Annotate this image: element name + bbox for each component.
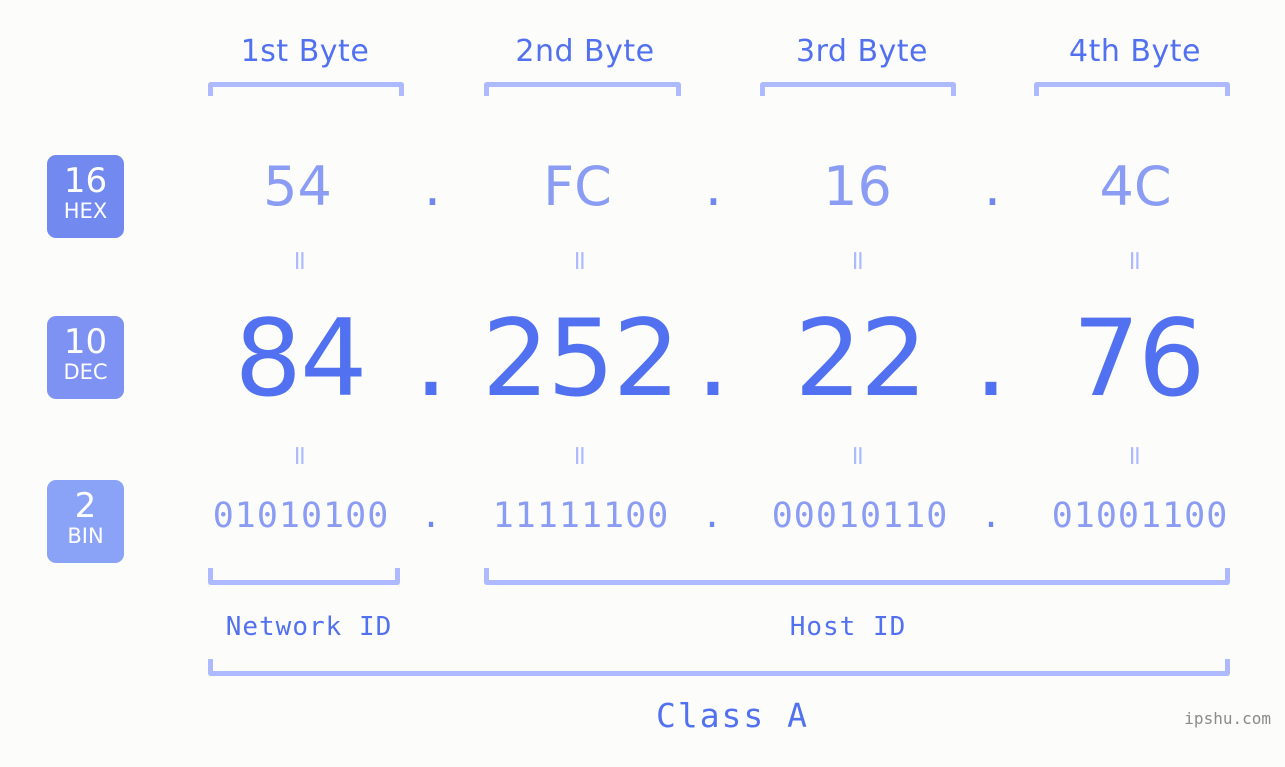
equals-sign-dec-bin-1: = (284, 444, 316, 467)
class-bracket (208, 659, 1230, 676)
dec-octet-4: 76 (1072, 297, 1206, 420)
byte-bracket-2 (484, 82, 681, 96)
dec-octet-1: 84 (234, 297, 368, 420)
byte-bracket-3 (760, 82, 956, 96)
dec-separator-1: . (414, 297, 448, 420)
bin-octet-2: 11111100 (492, 496, 670, 536)
hex-separator-1: . (423, 155, 442, 218)
equals-sign-hex-dec-4: = (1119, 249, 1151, 272)
equals-sign-hex-dec-3: = (842, 249, 874, 272)
ip-address-breakdown-diagram: 1st Byte 2nd Byte 3rd Byte 4th Byte 16 H… (0, 0, 1285, 767)
dec-octet-2: 252 (481, 297, 680, 420)
equals-sign-dec-bin-3: = (842, 444, 874, 467)
bin-octet-1: 01010100 (212, 496, 390, 536)
byte-header-4: 4th Byte (1069, 34, 1201, 69)
base-badge-dec-number: 10 (63, 322, 108, 362)
byte-bracket-1 (208, 82, 404, 96)
equals-sign-hex-dec-1: = (284, 249, 316, 272)
equals-sign-dec-bin-4: = (1119, 444, 1151, 467)
dec-separator-3: . (974, 297, 1008, 420)
bin-octet-4: 01001100 (1051, 496, 1229, 536)
base-badge-bin-system: BIN (67, 524, 104, 548)
bin-separator-1: . (420, 496, 442, 536)
equals-sign-dec-bin-2: = (564, 444, 596, 467)
base-badge-hex-system: HEX (63, 199, 108, 223)
dec-separator-2: . (696, 297, 730, 420)
byte-header-1: 1st Byte (240, 34, 370, 69)
network-id-bracket (208, 568, 400, 585)
base-badge-bin-number: 2 (74, 486, 97, 526)
class-label: Class A (655, 696, 810, 735)
byte-header-2: 2nd Byte (515, 34, 655, 69)
site-watermark: ipshu.com (1184, 709, 1271, 728)
host-id-bracket (484, 568, 1230, 585)
hex-octet-4: 4C (1099, 155, 1172, 218)
base-badge-bin: 2 BIN (47, 480, 124, 563)
hex-octet-2: FC (543, 155, 612, 218)
bin-separator-2: . (701, 496, 723, 536)
host-id-label: Host ID (789, 612, 907, 642)
base-badge-dec-system: DEC (63, 360, 108, 384)
dec-octet-3: 22 (794, 297, 928, 420)
equals-sign-hex-dec-2: = (564, 249, 596, 272)
network-id-label: Network ID (225, 612, 393, 642)
byte-bracket-4 (1034, 82, 1230, 96)
bin-octet-3: 00010110 (771, 496, 949, 536)
base-badge-hex: 16 HEX (47, 155, 124, 238)
base-badge-dec: 10 DEC (47, 316, 124, 399)
hex-octet-1: 54 (263, 155, 332, 218)
hex-octet-3: 16 (823, 155, 892, 218)
byte-header-3: 3rd Byte (795, 34, 929, 69)
base-badge-hex-number: 16 (63, 161, 108, 201)
bin-separator-3: . (980, 496, 1002, 536)
